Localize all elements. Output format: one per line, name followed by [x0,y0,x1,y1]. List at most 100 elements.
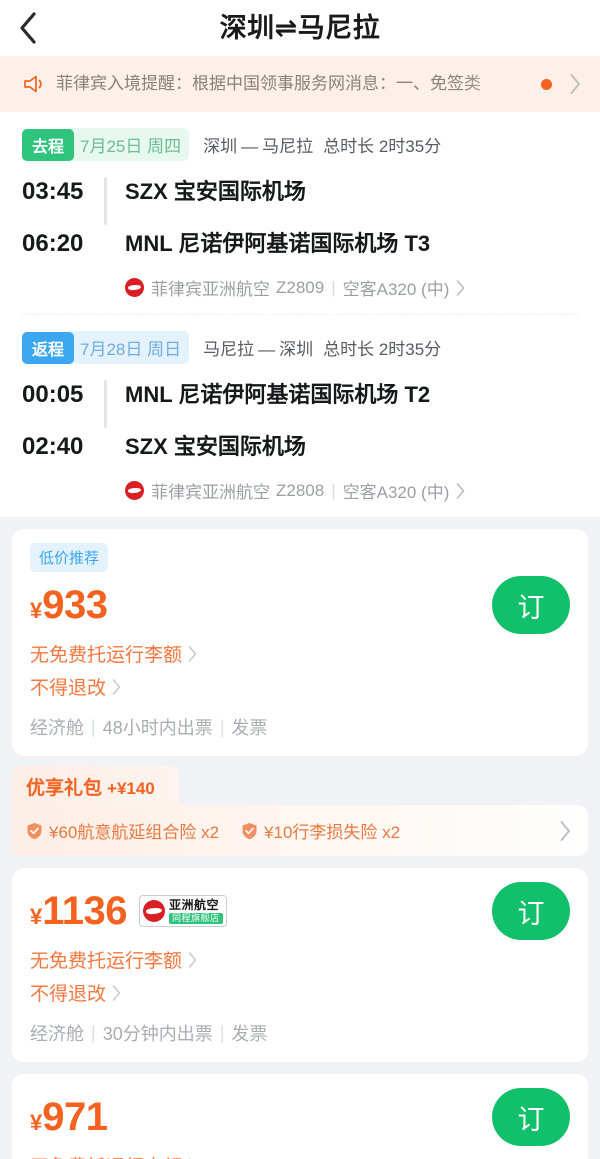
leg-type-badge: 返程 [22,331,75,364]
gift-item-label: ¥10行李损失险 x2 [264,823,401,842]
price-row: ¥ 1136 亚洲航空 同程旗舰店 订 [30,882,570,940]
arrival-row: 06:20 MNL 尼诺伊阿基诺国际机场 T3 [22,227,578,279]
flight-number: Z2809 [276,277,325,297]
chevron-left-icon [18,11,38,45]
aircraft-type: 空客A320 (中) [342,280,450,299]
offer-card[interactable]: ¥ 1136 亚洲航空 同程旗舰店 订 无免费托运行李额 不得退改 经济舱 | … [12,868,588,1062]
refund-policy-label: 不得退改 [30,678,107,699]
leg-duration-label: 总时长 [323,137,375,156]
gift-item: ¥60航意航延组合险 x2 [26,818,219,843]
airasia-logo-icon [125,481,144,500]
leg-to-city: 深圳 [279,340,314,359]
price-row: ¥ 933 订 [30,576,570,634]
refund-policy-label: 不得退改 [30,984,107,1005]
leg-segment: 03:45 SZX 宝安国际机场 06:20 MNL 尼诺伊阿基诺国际机场 T3… [22,165,578,300]
chevron-right-icon [187,951,198,969]
store-type-label: 同程旗舰店 [169,912,223,924]
back-button[interactable] [18,0,62,56]
price-amount: 1136 [42,888,128,933]
price-amount: 971 [42,1094,108,1139]
flight-number: Z2808 [276,480,325,500]
price-row: ¥ 971 订 [30,1088,570,1146]
departure-row: 00:05 MNL 尼诺伊阿基诺国际机场 T2 [22,378,578,430]
refund-policy-link[interactable]: 不得退改 [30,673,122,700]
gift-package-section[interactable]: 优享礼包 +¥140 ¥60航意航延组合险 x2 ¥10行李损失险 x2 [12,766,588,856]
route-arrow-icon: — [241,137,259,156]
airline-info-row[interactable]: 菲律宾亚洲航空 Z2809 | 空客A320 (中) [125,275,578,300]
departure-airport: SZX 宝安国际机场 [125,179,306,204]
shield-check-icon [241,822,258,840]
ticket-issue-time: 48小时内出票 [102,718,213,738]
aircraft-type: 空客A320 (中) [342,483,450,502]
flight-leg-return: 返程 7月28日 周日 马尼拉 — 深圳 总时长 2时35分 00:05 MNL 尼… [0,315,600,503]
segment-connector-spacer [104,432,107,480]
entry-notice-banner[interactable]: 菲律宾入境提醒：根据中国领事服务网消息：一、免签类 [0,56,600,112]
meta-divider: | [331,480,336,500]
route-arrow-icon: — [258,340,276,359]
book-button[interactable]: 订 [492,576,570,634]
leg-header: 返程 7月28日 周日 马尼拉 — 深圳 总时长 2时35分 [22,315,578,368]
gift-item-label: ¥60航意航延组合险 x2 [49,823,220,842]
baggage-policy-link[interactable]: 无免费托运行李额 [30,946,198,973]
leg-duration-label: 总时长 [323,340,375,359]
leg-type-badge: 去程 [22,128,75,161]
segment-connector-line [104,177,107,225]
baggage-policy-label: 无免费托运行李额 [30,1152,182,1159]
currency-symbol: ¥ [30,1109,43,1135]
price-amount: 933 [42,582,108,627]
chevron-right-icon[interactable] [558,819,572,843]
chevron-right-icon [111,678,122,696]
baggage-policy-label: 无免费托运行李额 [30,951,183,972]
airasia-logo-icon [143,900,166,922]
departure-time: 00:05 [22,381,84,408]
cabin-class: 经济舱 [30,718,84,738]
segment-connector-line [104,380,107,428]
leg-from-city: 马尼拉 [203,340,255,359]
segment-connector-spacer [104,229,107,277]
price-display: ¥ 933 [30,583,108,628]
chevron-right-icon[interactable] [455,482,466,500]
airline-brand-name: 亚洲航空 [169,897,220,912]
arrival-time: 02:40 [22,433,84,460]
meta-divider: | [91,716,96,737]
invoice-label: 发票 [231,1024,268,1044]
offer-card[interactable]: 低价推荐 ¥ 933 订 无免费托运行李额 不得退改 经济舱 | 48小时内出票… [12,529,588,756]
airasia-logo-icon [125,278,144,297]
gift-package-title: 优享礼包 [26,778,103,799]
fare-meta-row: 经济舱 | 30分钟内出票 | 发票 [30,1020,570,1046]
leg-route: 马尼拉 — 深圳 [203,335,313,360]
arrival-airport: MNL 尼诺伊阿基诺国际机场 T3 [125,231,431,256]
meta-divider: | [219,716,225,737]
leg-segment: 00:05 MNL 尼诺伊阿基诺国际机场 T2 02:40 SZX 宝安国际机场… [22,368,578,503]
meta-divider: | [219,1022,225,1043]
departure-row: 03:45 SZX 宝安国际机场 [22,175,578,227]
book-button[interactable]: 订 [492,882,570,940]
departure-time: 03:45 [22,178,84,205]
leg-date: 7月25日 周四 [68,128,190,161]
leg-from-city: 深圳 [203,137,238,156]
offer-card[interactable]: ¥ 971 订 无免费托运行李额 不得退改 [12,1074,588,1159]
notice-text: 菲律宾入境提醒：根据中国领事服务网消息：一、免签类 [56,74,481,93]
airline-name: 菲律宾亚洲航空 [151,483,270,502]
airline-info-row[interactable]: 菲律宾亚洲航空 Z2808 | 空客A320 (中) [125,478,578,503]
flagship-store-text: 亚洲航空 同程旗舰店 [169,899,223,924]
gift-package-tab: 优享礼包 +¥140 [12,766,179,806]
shield-check-icon [26,822,43,840]
airline-name: 菲律宾亚洲航空 [151,280,270,299]
currency-symbol: ¥ [30,903,43,929]
leg-duration: 总时长 2时35分 [323,335,441,360]
refund-policy-link[interactable]: 不得退改 [30,979,122,1006]
baggage-policy-link[interactable]: 无免费托运行李额 [30,640,198,667]
baggage-policy-link[interactable]: 无免费托运行李额 [30,1152,198,1159]
book-button[interactable]: 订 [492,1088,570,1146]
chevron-right-icon[interactable] [455,279,466,297]
leg-to-city: 马尼拉 [262,137,314,156]
page-title: 深圳⇌马尼拉 [219,13,381,43]
price-display: ¥ 971 [30,1095,108,1140]
navbar: 深圳⇌马尼拉 [0,0,600,56]
chevron-right-icon[interactable] [568,72,588,96]
price-display: ¥ 1136 [30,888,128,934]
megaphone-icon [22,73,46,95]
gift-package-body[interactable]: ¥60航意航延组合险 x2 ¥10行李损失险 x2 [12,805,588,856]
leg-duration-value: 2时35分 [378,340,442,359]
